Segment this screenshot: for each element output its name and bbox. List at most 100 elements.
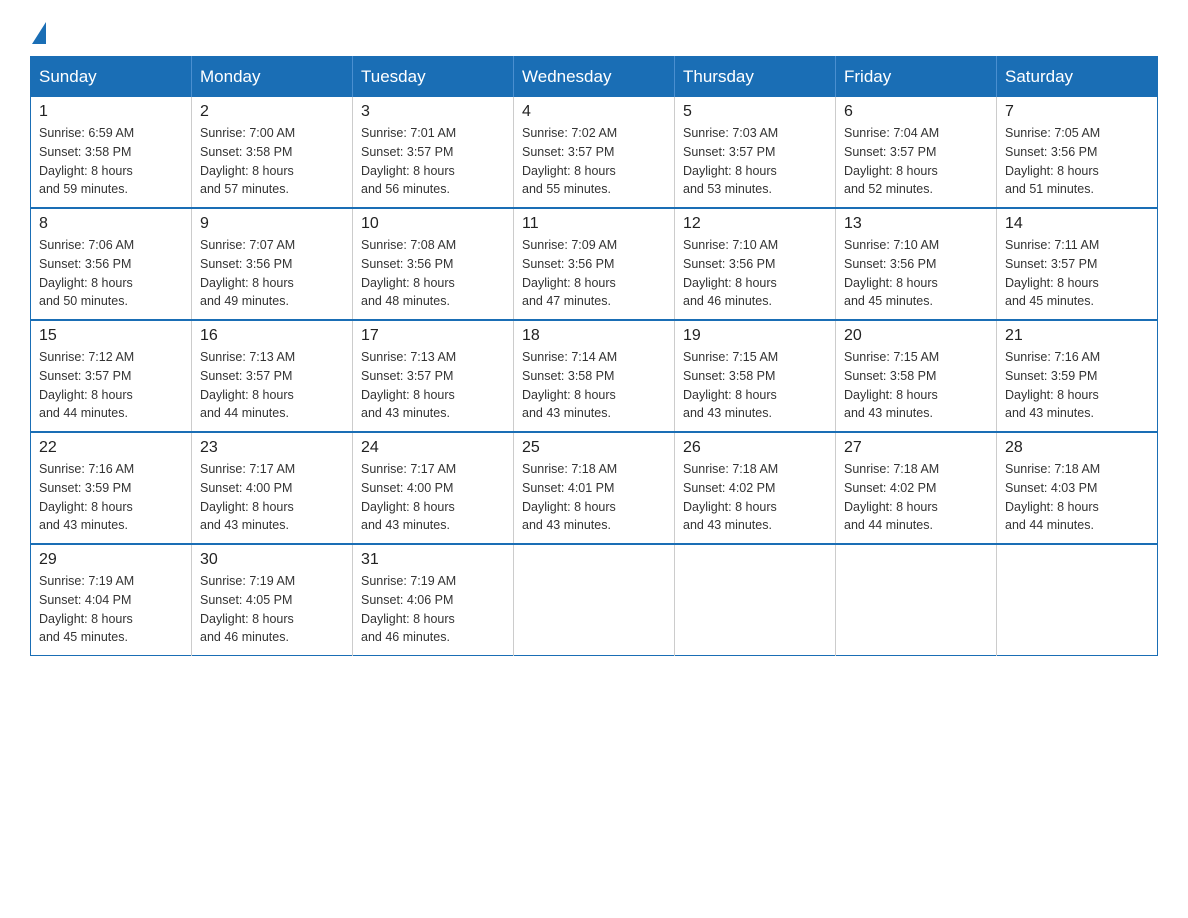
calendar-cell: 16 Sunrise: 7:13 AMSunset: 3:57 PMDaylig… bbox=[192, 320, 353, 432]
day-number: 3 bbox=[361, 103, 505, 121]
day-info: Sunrise: 7:13 AMSunset: 3:57 PMDaylight:… bbox=[200, 350, 295, 420]
day-info: Sunrise: 7:04 AMSunset: 3:57 PMDaylight:… bbox=[844, 126, 939, 196]
day-number: 28 bbox=[1005, 439, 1149, 457]
day-number: 18 bbox=[522, 327, 666, 345]
day-number: 11 bbox=[522, 215, 666, 233]
calendar-cell: 17 Sunrise: 7:13 AMSunset: 3:57 PMDaylig… bbox=[353, 320, 514, 432]
calendar-cell: 28 Sunrise: 7:18 AMSunset: 4:03 PMDaylig… bbox=[997, 432, 1158, 544]
day-info: Sunrise: 7:18 AMSunset: 4:03 PMDaylight:… bbox=[1005, 462, 1100, 532]
day-info: Sunrise: 7:15 AMSunset: 3:58 PMDaylight:… bbox=[683, 350, 778, 420]
day-info: Sunrise: 7:10 AMSunset: 3:56 PMDaylight:… bbox=[683, 238, 778, 308]
week-row-2: 8 Sunrise: 7:06 AMSunset: 3:56 PMDayligh… bbox=[31, 208, 1158, 320]
calendar-cell: 23 Sunrise: 7:17 AMSunset: 4:00 PMDaylig… bbox=[192, 432, 353, 544]
calendar-cell: 14 Sunrise: 7:11 AMSunset: 3:57 PMDaylig… bbox=[997, 208, 1158, 320]
day-number: 5 bbox=[683, 103, 827, 121]
calendar-cell: 29 Sunrise: 7:19 AMSunset: 4:04 PMDaylig… bbox=[31, 544, 192, 656]
day-info: Sunrise: 7:03 AMSunset: 3:57 PMDaylight:… bbox=[683, 126, 778, 196]
day-info: Sunrise: 7:02 AMSunset: 3:57 PMDaylight:… bbox=[522, 126, 617, 196]
page-header bbox=[30, 20, 1158, 36]
day-info: Sunrise: 7:05 AMSunset: 3:56 PMDaylight:… bbox=[1005, 126, 1100, 196]
day-info: Sunrise: 7:19 AMSunset: 4:04 PMDaylight:… bbox=[39, 574, 134, 644]
calendar-cell: 25 Sunrise: 7:18 AMSunset: 4:01 PMDaylig… bbox=[514, 432, 675, 544]
day-info: Sunrise: 7:17 AMSunset: 4:00 PMDaylight:… bbox=[200, 462, 295, 532]
day-number: 8 bbox=[39, 215, 183, 233]
weekday-header-friday: Friday bbox=[836, 57, 997, 98]
day-info: Sunrise: 7:06 AMSunset: 3:56 PMDaylight:… bbox=[39, 238, 134, 308]
calendar-cell: 27 Sunrise: 7:18 AMSunset: 4:02 PMDaylig… bbox=[836, 432, 997, 544]
day-info: Sunrise: 7:13 AMSunset: 3:57 PMDaylight:… bbox=[361, 350, 456, 420]
day-number: 26 bbox=[683, 439, 827, 457]
calendar-cell: 5 Sunrise: 7:03 AMSunset: 3:57 PMDayligh… bbox=[675, 97, 836, 208]
weekday-header-wednesday: Wednesday bbox=[514, 57, 675, 98]
calendar-cell: 2 Sunrise: 7:00 AMSunset: 3:58 PMDayligh… bbox=[192, 97, 353, 208]
day-info: Sunrise: 7:17 AMSunset: 4:00 PMDaylight:… bbox=[361, 462, 456, 532]
day-info: Sunrise: 7:18 AMSunset: 4:02 PMDaylight:… bbox=[683, 462, 778, 532]
day-info: Sunrise: 7:18 AMSunset: 4:01 PMDaylight:… bbox=[522, 462, 617, 532]
calendar-table: SundayMondayTuesdayWednesdayThursdayFrid… bbox=[30, 56, 1158, 656]
day-info: Sunrise: 7:01 AMSunset: 3:57 PMDaylight:… bbox=[361, 126, 456, 196]
weekday-header-thursday: Thursday bbox=[675, 57, 836, 98]
day-number: 10 bbox=[361, 215, 505, 233]
day-number: 12 bbox=[683, 215, 827, 233]
day-info: Sunrise: 7:12 AMSunset: 3:57 PMDaylight:… bbox=[39, 350, 134, 420]
day-info: Sunrise: 7:16 AMSunset: 3:59 PMDaylight:… bbox=[39, 462, 134, 532]
day-number: 16 bbox=[200, 327, 344, 345]
week-row-3: 15 Sunrise: 7:12 AMSunset: 3:57 PMDaylig… bbox=[31, 320, 1158, 432]
calendar-cell: 10 Sunrise: 7:08 AMSunset: 3:56 PMDaylig… bbox=[353, 208, 514, 320]
week-row-1: 1 Sunrise: 6:59 AMSunset: 3:58 PMDayligh… bbox=[31, 97, 1158, 208]
day-number: 15 bbox=[39, 327, 183, 345]
calendar-cell: 18 Sunrise: 7:14 AMSunset: 3:58 PMDaylig… bbox=[514, 320, 675, 432]
day-info: Sunrise: 7:07 AMSunset: 3:56 PMDaylight:… bbox=[200, 238, 295, 308]
calendar-cell: 9 Sunrise: 7:07 AMSunset: 3:56 PMDayligh… bbox=[192, 208, 353, 320]
calendar-cell: 26 Sunrise: 7:18 AMSunset: 4:02 PMDaylig… bbox=[675, 432, 836, 544]
calendar-cell: 13 Sunrise: 7:10 AMSunset: 3:56 PMDaylig… bbox=[836, 208, 997, 320]
weekday-header-row: SundayMondayTuesdayWednesdayThursdayFrid… bbox=[31, 57, 1158, 98]
calendar-cell: 11 Sunrise: 7:09 AMSunset: 3:56 PMDaylig… bbox=[514, 208, 675, 320]
day-number: 20 bbox=[844, 327, 988, 345]
calendar-cell: 31 Sunrise: 7:19 AMSunset: 4:06 PMDaylig… bbox=[353, 544, 514, 656]
day-info: Sunrise: 7:19 AMSunset: 4:06 PMDaylight:… bbox=[361, 574, 456, 644]
calendar-cell bbox=[997, 544, 1158, 656]
calendar-cell: 7 Sunrise: 7:05 AMSunset: 3:56 PMDayligh… bbox=[997, 97, 1158, 208]
day-number: 7 bbox=[1005, 103, 1149, 121]
day-info: Sunrise: 7:19 AMSunset: 4:05 PMDaylight:… bbox=[200, 574, 295, 644]
calendar-cell: 19 Sunrise: 7:15 AMSunset: 3:58 PMDaylig… bbox=[675, 320, 836, 432]
day-info: Sunrise: 7:18 AMSunset: 4:02 PMDaylight:… bbox=[844, 462, 939, 532]
logo bbox=[30, 20, 46, 36]
day-number: 31 bbox=[361, 551, 505, 569]
day-info: Sunrise: 7:09 AMSunset: 3:56 PMDaylight:… bbox=[522, 238, 617, 308]
calendar-cell: 8 Sunrise: 7:06 AMSunset: 3:56 PMDayligh… bbox=[31, 208, 192, 320]
logo-triangle-icon bbox=[32, 22, 46, 44]
day-number: 2 bbox=[200, 103, 344, 121]
day-number: 19 bbox=[683, 327, 827, 345]
day-number: 1 bbox=[39, 103, 183, 121]
day-number: 17 bbox=[361, 327, 505, 345]
day-number: 29 bbox=[39, 551, 183, 569]
calendar-cell: 4 Sunrise: 7:02 AMSunset: 3:57 PMDayligh… bbox=[514, 97, 675, 208]
day-info: Sunrise: 7:08 AMSunset: 3:56 PMDaylight:… bbox=[361, 238, 456, 308]
day-info: Sunrise: 7:11 AMSunset: 3:57 PMDaylight:… bbox=[1005, 238, 1099, 308]
day-info: Sunrise: 7:15 AMSunset: 3:58 PMDaylight:… bbox=[844, 350, 939, 420]
calendar-cell: 21 Sunrise: 7:16 AMSunset: 3:59 PMDaylig… bbox=[997, 320, 1158, 432]
day-number: 6 bbox=[844, 103, 988, 121]
week-row-5: 29 Sunrise: 7:19 AMSunset: 4:04 PMDaylig… bbox=[31, 544, 1158, 656]
calendar-cell bbox=[514, 544, 675, 656]
day-number: 27 bbox=[844, 439, 988, 457]
weekday-header-saturday: Saturday bbox=[997, 57, 1158, 98]
day-number: 9 bbox=[200, 215, 344, 233]
calendar-cell: 15 Sunrise: 7:12 AMSunset: 3:57 PMDaylig… bbox=[31, 320, 192, 432]
day-number: 24 bbox=[361, 439, 505, 457]
calendar-cell: 12 Sunrise: 7:10 AMSunset: 3:56 PMDaylig… bbox=[675, 208, 836, 320]
day-number: 14 bbox=[1005, 215, 1149, 233]
weekday-header-sunday: Sunday bbox=[31, 57, 192, 98]
calendar-cell: 30 Sunrise: 7:19 AMSunset: 4:05 PMDaylig… bbox=[192, 544, 353, 656]
calendar-cell: 20 Sunrise: 7:15 AMSunset: 3:58 PMDaylig… bbox=[836, 320, 997, 432]
calendar-cell: 24 Sunrise: 7:17 AMSunset: 4:00 PMDaylig… bbox=[353, 432, 514, 544]
day-number: 22 bbox=[39, 439, 183, 457]
day-info: Sunrise: 7:14 AMSunset: 3:58 PMDaylight:… bbox=[522, 350, 617, 420]
day-info: Sunrise: 6:59 AMSunset: 3:58 PMDaylight:… bbox=[39, 126, 134, 196]
day-info: Sunrise: 7:00 AMSunset: 3:58 PMDaylight:… bbox=[200, 126, 295, 196]
calendar-cell: 1 Sunrise: 6:59 AMSunset: 3:58 PMDayligh… bbox=[31, 97, 192, 208]
week-row-4: 22 Sunrise: 7:16 AMSunset: 3:59 PMDaylig… bbox=[31, 432, 1158, 544]
calendar-cell: 3 Sunrise: 7:01 AMSunset: 3:57 PMDayligh… bbox=[353, 97, 514, 208]
